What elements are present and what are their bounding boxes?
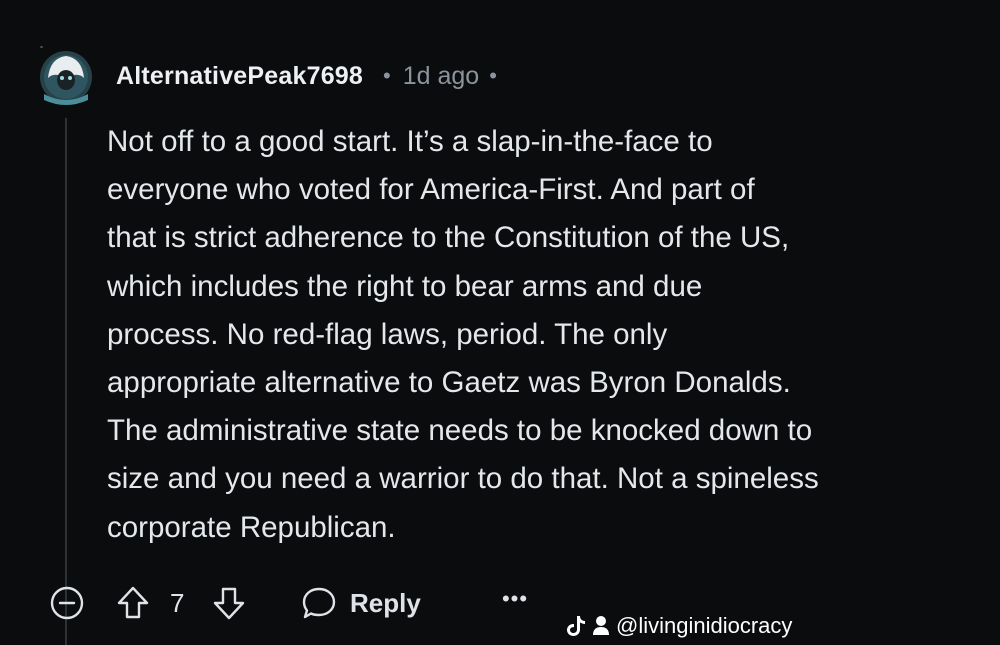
- comment-body: Not off to a good start. It’s a slap-in-…: [107, 118, 987, 552]
- upvote-button[interactable]: [114, 584, 152, 622]
- svg-text:ʷ: ʷ: [40, 45, 43, 52]
- comment-line: which includes the right to bear arms an…: [107, 269, 703, 303]
- reply-button[interactable]: Reply: [300, 582, 421, 624]
- vote-count: 7: [170, 588, 185, 618]
- separator-dot: •: [383, 63, 391, 88]
- reply-label: Reply: [350, 587, 421, 618]
- collapse-button[interactable]: [48, 584, 86, 622]
- username-link[interactable]: AlternativePeak7698: [116, 62, 363, 91]
- more-options-button[interactable]: •••: [498, 584, 532, 614]
- tiktok-icon: [567, 616, 585, 636]
- person-icon: [593, 616, 609, 635]
- avatar-icon: ʷ: [40, 45, 92, 105]
- timestamp[interactable]: 1d ago: [403, 62, 479, 91]
- minus-circle-icon: [50, 586, 84, 620]
- arrow-up-icon: [117, 586, 149, 619]
- comment-line: size and you need a warrior to do that. …: [107, 462, 819, 496]
- comment-line: appropriate alternative to Gaetz was Byr…: [107, 366, 791, 400]
- downvote-button[interactable]: [210, 584, 248, 622]
- comment-line: everyone who voted for America-First. An…: [107, 173, 755, 207]
- speech-bubble-icon: [302, 587, 336, 619]
- comment-line: process. No red-flag laws, period. The o…: [107, 317, 668, 351]
- comment-action-bar: 7 Reply •••: [0, 578, 1000, 628]
- comment-line: The administrative state needs to be kno…: [107, 414, 813, 448]
- separator-dot: •: [489, 63, 497, 88]
- watermark: @livinginidiocracy: [566, 612, 792, 640]
- comment-line: that is strict adherence to the Constitu…: [107, 221, 790, 255]
- avatar[interactable]: ʷ: [36, 44, 96, 106]
- thread-line: [65, 118, 67, 645]
- comment-line: corporate Republican.: [107, 510, 396, 544]
- comment-header: AlternativePeak7698 • 1d ago •: [116, 56, 497, 96]
- comment-line: Not off to a good start. It’s a slap-in-…: [107, 125, 713, 158]
- watermark-handle: @livinginidiocracy: [616, 613, 793, 638]
- arrow-down-icon: [213, 587, 245, 620]
